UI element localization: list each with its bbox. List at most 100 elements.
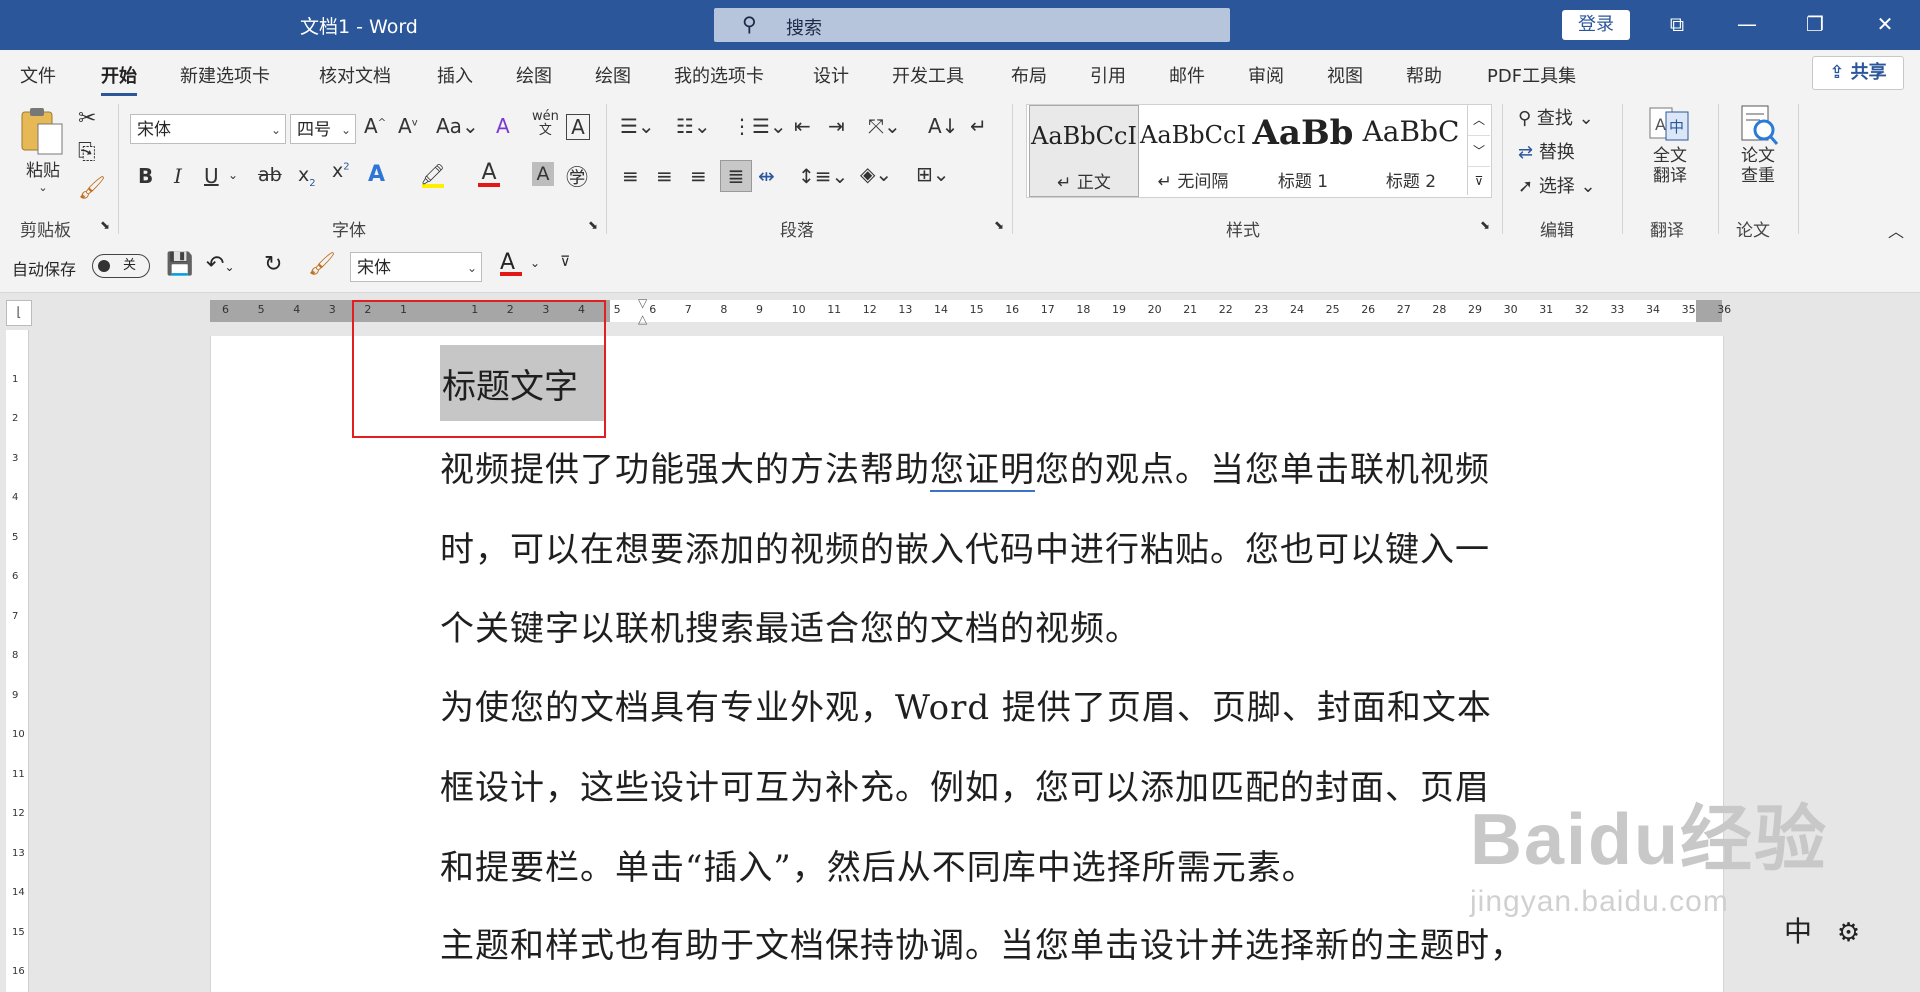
full-translate-button[interactable]: A 中 全文 翻译	[1640, 104, 1700, 186]
bullets-icon[interactable]: ☰⌄	[620, 114, 655, 138]
font-size-select[interactable]: 四号 ⌄	[290, 114, 356, 144]
close-icon[interactable]: ✕	[1860, 6, 1910, 42]
borders-icon[interactable]: ⊞⌄	[916, 162, 950, 186]
line-spacing-icon[interactable]: ↕≡⌄	[798, 164, 848, 188]
tab-pdf-tools[interactable]: PDF工具集	[1487, 62, 1576, 88]
chevron-down-icon[interactable]: ⌄	[228, 168, 238, 182]
enclose-char-icon[interactable]: ㊫	[566, 160, 588, 192]
format-painter-icon[interactable]: 🖌	[308, 252, 336, 277]
grow-font-icon[interactable]: A^	[364, 114, 386, 138]
redo-icon[interactable]: ↻	[264, 252, 282, 277]
tab-references[interactable]: 引用	[1090, 62, 1126, 88]
align-center-icon[interactable]: ≡	[656, 164, 673, 188]
tab-selector-icon[interactable]: ⌊	[6, 300, 32, 326]
doc-line[interactable]: 视频提供了功能强大的方法帮助您证明您的观点。当您单击联机视频	[440, 442, 1490, 492]
save-icon[interactable]: 💾	[166, 252, 193, 277]
shading-icon[interactable]: ◈⌄	[860, 162, 892, 186]
show-marks-icon[interactable]: ↵	[970, 114, 987, 138]
tab-design[interactable]: 设计	[813, 62, 849, 88]
align-left-icon[interactable]: ≡	[622, 164, 639, 188]
tab-insert[interactable]: 插入	[437, 62, 473, 88]
styles-launcher-icon[interactable]: ⬊	[1480, 218, 1490, 232]
indent-marker-icon[interactable]: ▽	[638, 296, 647, 310]
qat-font-select[interactable]: 宋体 ⌄	[350, 252, 482, 282]
style-no-spacing[interactable]: AaBbCcI ↵ 无间隔	[1139, 105, 1247, 195]
format-painter-icon[interactable]: 🖌	[78, 176, 106, 201]
paste-button[interactable]: 粘贴 ⌄	[18, 106, 68, 206]
doc-line[interactable]: 主题和样式也有助于文档保持协调。当您单击设计并选择新的主题时，	[440, 918, 1525, 967]
multilevel-list-icon[interactable]: ⋮☰⌄	[732, 114, 787, 138]
grammar-flag[interactable]: 您证明	[930, 450, 1035, 492]
text-effects-icon[interactable]: A	[368, 162, 385, 187]
decrease-indent-icon[interactable]: ⇤	[794, 114, 811, 138]
doc-line[interactable]: 和提要栏。单击“插入”，然后从不同库中选择所需元素。	[440, 840, 1317, 889]
paragraph-launcher-icon[interactable]: ⬊	[994, 218, 1004, 232]
font-name-select[interactable]: 宋体 ⌄	[130, 114, 286, 144]
more-styles-icon[interactable]: ⊽	[1468, 166, 1490, 195]
tab-home[interactable]: 开始	[101, 62, 137, 96]
gear-icon[interactable]: ⚙	[1837, 918, 1860, 948]
char-border-icon[interactable]: A	[566, 114, 590, 140]
restore-icon[interactable]: ❐	[1790, 6, 1840, 42]
align-right-icon[interactable]: ≡	[690, 164, 707, 188]
vertical-ruler[interactable]: 1 2 3 4 5 6 7 8 9 10 11 12 13 14 15 16	[6, 330, 29, 992]
scroll-down-icon[interactable]: ﹀	[1468, 135, 1490, 166]
scroll-up-icon[interactable]: ︿	[1468, 105, 1490, 135]
distributed-icon[interactable]: ⇹	[758, 164, 775, 188]
tab-new-tab[interactable]: 新建选项卡	[180, 62, 270, 88]
cut-icon[interactable]: ✂	[78, 106, 96, 131]
copy-icon[interactable]: ⎘	[78, 140, 96, 165]
share-button[interactable]: ⇪ 共享	[1812, 56, 1904, 90]
underline-icon[interactable]: U	[204, 164, 219, 188]
tab-view[interactable]: 视图	[1327, 62, 1363, 88]
strikethrough-icon[interactable]: ab	[258, 164, 282, 186]
ime-indicator[interactable]: 中 ⚙	[1784, 910, 1860, 950]
shrink-font-icon[interactable]: Av	[398, 114, 418, 138]
subscript-icon[interactable]: x2	[298, 164, 316, 189]
tab-layout[interactable]: 布局	[1011, 62, 1047, 88]
find-button[interactable]: ⚲ 查找 ⌄	[1518, 104, 1594, 130]
left-indent-icon[interactable]: △	[638, 312, 647, 326]
login-button[interactable]: 登录	[1562, 10, 1630, 40]
doc-line[interactable]: 框设计，这些设计可互为补充。例如，您可以添加匹配的封面、页眉	[440, 760, 1490, 809]
sort-icon[interactable]: A↓	[928, 114, 958, 138]
tab-my-tab[interactable]: 我的选项卡	[674, 62, 764, 88]
clipboard-launcher-icon[interactable]: ⬊	[100, 218, 110, 232]
style-heading-2[interactable]: AaBbC 标题 2	[1357, 105, 1465, 195]
tab-draw-1[interactable]: 绘图	[516, 62, 552, 88]
undo-icon[interactable]: ↶⌄	[206, 252, 235, 277]
justify-icon[interactable]: ≣	[720, 160, 752, 192]
doc-line[interactable]: 时，可以在想要添加的视频的嵌入代码中进行粘贴。您也可以键入一	[440, 522, 1490, 571]
chinese-layout-icon[interactable]: ⤧⌄	[868, 114, 901, 138]
clear-format-icon[interactable]: A	[496, 114, 510, 138]
tab-mailings[interactable]: 邮件	[1169, 62, 1205, 88]
highlight-icon[interactable]: 🖍	[420, 162, 445, 188]
phonetic-guide-icon[interactable]: wén 文	[532, 110, 559, 138]
numbering-icon[interactable]: ☷⌄	[676, 114, 711, 138]
style-heading-1[interactable]: AaBb 标题 1	[1249, 105, 1357, 195]
paper-check-button[interactable]: 论文 查重	[1728, 104, 1788, 186]
tab-review[interactable]: 审阅	[1248, 62, 1284, 88]
font-launcher-icon[interactable]: ⬊	[588, 218, 598, 232]
tab-draw-2[interactable]: 绘图	[595, 62, 631, 88]
search-input[interactable]: ⚲ 搜索	[714, 8, 1230, 42]
chevron-down-icon[interactable]: ⌄	[530, 256, 540, 270]
tab-file[interactable]: 文件	[20, 62, 56, 88]
qat-font-color-icon[interactable]: A	[500, 250, 522, 276]
char-shading-icon[interactable]: A	[532, 162, 554, 186]
superscript-icon[interactable]: x2	[332, 160, 350, 182]
replace-button[interactable]: ⇄ 替换	[1518, 138, 1575, 164]
increase-indent-icon[interactable]: ⇥	[828, 114, 845, 138]
font-color-icon[interactable]: A	[478, 160, 500, 187]
bold-icon[interactable]: B	[138, 164, 153, 188]
tab-help[interactable]: 帮助	[1406, 62, 1442, 88]
tab-review-doc[interactable]: 核对文档	[319, 62, 391, 88]
tab-developer[interactable]: 开发工具	[892, 62, 964, 88]
doc-line[interactable]: 个关键字以联机搜索最适合您的文档的视频。	[440, 601, 1140, 650]
collapse-ribbon-icon[interactable]: ︿	[1888, 218, 1904, 242]
autosave-toggle[interactable]: 关	[92, 254, 150, 278]
select-button[interactable]: ➚ 选择 ⌄	[1518, 172, 1596, 198]
italic-icon[interactable]: I	[174, 164, 182, 188]
ribbon-display-options-icon[interactable]: ⧉	[1652, 6, 1702, 42]
doc-line[interactable]: 为使您的文档具有专业外观，Word 提供了页眉、页脚、封面和文本	[440, 680, 1492, 729]
